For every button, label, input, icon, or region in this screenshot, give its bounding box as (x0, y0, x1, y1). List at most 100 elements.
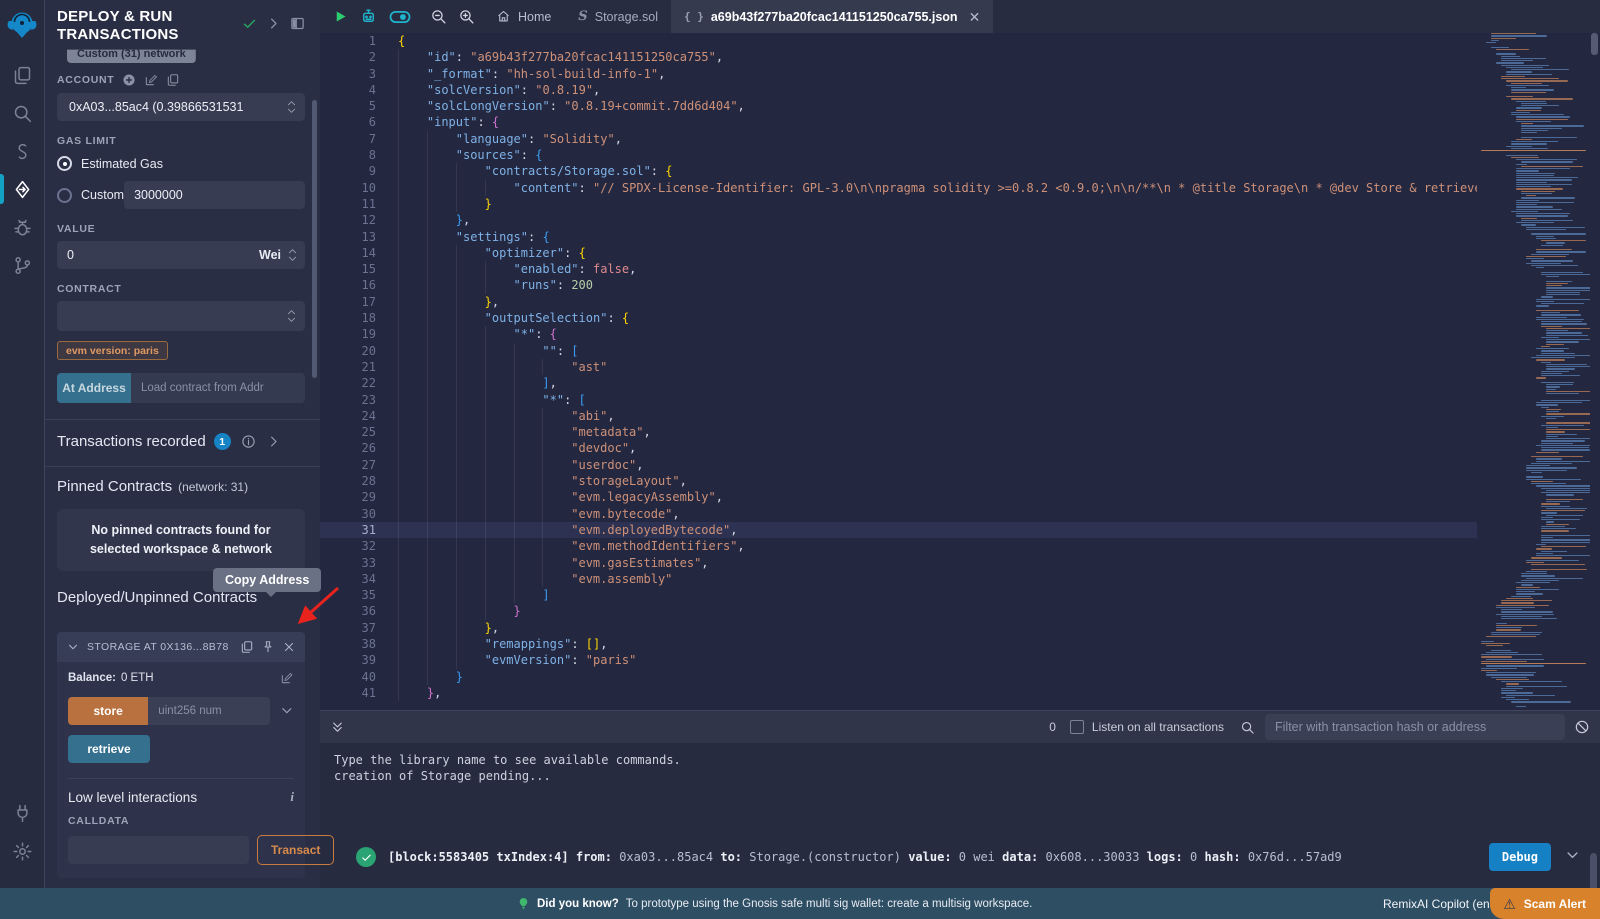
scam-alert-button[interactable]: ⚠ Scam Alert (1490, 888, 1600, 919)
filter-input[interactable] (1265, 714, 1565, 740)
code-line[interactable]: 2"id": "a69b43f277ba20fcac141151250ca755… (320, 49, 1477, 65)
expand-args-icon[interactable] (280, 704, 294, 718)
tab-json-file[interactable]: { } a69b43f277ba20fcac141151250ca755.jso… (671, 0, 993, 33)
code-line[interactable]: 7"language": "Solidity", (320, 131, 1477, 147)
value-input[interactable] (57, 241, 259, 269)
code-line[interactable]: 22], (320, 375, 1477, 391)
store-arg-input[interactable] (148, 697, 270, 725)
expand-tx-icon[interactable] (1565, 848, 1580, 866)
pin-panel-icon[interactable] (290, 16, 305, 31)
close-tab-icon[interactable]: ✕ (969, 10, 981, 24)
info-icon[interactable] (241, 434, 256, 449)
code-line[interactable]: 38"remappings": [], (320, 636, 1477, 652)
code-line[interactable]: 6"input": { (320, 114, 1477, 130)
chevron-right-icon[interactable] (266, 434, 281, 449)
search-icon[interactable] (0, 94, 45, 132)
zoom-in-icon[interactable] (458, 8, 475, 25)
add-account-icon[interactable] (122, 73, 136, 87)
code-line[interactable]: 23"*": [ (320, 392, 1477, 408)
copy-address-icon[interactable] (240, 640, 254, 654)
panel-scrollbar[interactable] (312, 100, 317, 378)
terminal-output[interactable]: Type the library name to see available c… (320, 743, 1600, 784)
editor-scrollbar[interactable] (1590, 33, 1598, 710)
code-line[interactable]: 24"abi", (320, 408, 1477, 424)
listen-checkbox[interactable] (1070, 720, 1084, 734)
code-line[interactable]: 8"sources": { (320, 147, 1477, 163)
solidity-compiler-icon[interactable] (0, 132, 45, 170)
code-line[interactable]: 20"": [ (320, 343, 1477, 359)
code-line[interactable]: 18"outputSelection": { (320, 310, 1477, 326)
code-line[interactable]: 5"solcLongVersion": "0.8.19+commit.7dd6d… (320, 98, 1477, 114)
retrieve-button[interactable]: retrieve (68, 735, 150, 763)
code-line[interactable]: 12}, (320, 212, 1477, 228)
code-line[interactable]: 28"storageLayout", (320, 473, 1477, 489)
code-line[interactable]: 25"metadata", (320, 424, 1477, 440)
code-line[interactable]: 41}, (320, 685, 1477, 701)
code-line[interactable]: 4"solcVersion": "0.8.19", (320, 82, 1477, 98)
contract-select[interactable] (57, 301, 305, 331)
edit-balance-icon[interactable] (280, 671, 294, 685)
code-line[interactable]: 31"evm.deployedBytecode", (320, 522, 1477, 538)
pin-contract-icon[interactable] (261, 640, 275, 654)
chevron-down-icon[interactable] (66, 640, 80, 654)
estimated-gas-radio[interactable] (57, 156, 72, 171)
code-line[interactable]: 14"optimizer": { (320, 245, 1477, 261)
estimated-gas-option[interactable]: Estimated Gas (57, 156, 305, 171)
debug-button[interactable]: Debug (1489, 843, 1551, 871)
code-line[interactable]: 33"evm.gasEstimates", (320, 555, 1477, 571)
code-line[interactable]: 37}, (320, 620, 1477, 636)
settings-icon[interactable] (0, 832, 45, 870)
code-line[interactable]: 1{ (320, 33, 1477, 49)
custom-gas-radio[interactable] (57, 188, 72, 203)
code-line[interactable]: 29"evm.legacyAssembly", (320, 489, 1477, 505)
code-line[interactable]: 34"evm.assembly" (320, 571, 1477, 587)
code-line[interactable]: 39"evmVersion": "paris" (320, 652, 1477, 668)
custom-gas-input[interactable] (124, 181, 305, 209)
ai-assistant-icon[interactable] (359, 7, 378, 26)
copilot-toggle-icon[interactable] (389, 9, 411, 25)
code-line[interactable]: 3"_format": "hh-sol-build-info-1", (320, 66, 1477, 82)
remix-logo-icon[interactable] (5, 8, 39, 42)
at-address-button[interactable]: At Address (57, 373, 131, 403)
store-button[interactable]: store (68, 697, 148, 725)
clear-filter-icon[interactable] (1574, 719, 1590, 735)
code-line[interactable]: 10"content": "// SPDX-License-Identifier… (320, 180, 1477, 196)
run-script-icon[interactable] (333, 9, 348, 24)
remove-contract-icon[interactable] (282, 640, 296, 654)
code-area[interactable]: 1{2"id": "a69b43f277ba20fcac141151250ca7… (320, 33, 1477, 710)
file-explorer-icon[interactable] (0, 56, 45, 94)
zoom-out-icon[interactable] (430, 8, 447, 25)
code-line[interactable]: 11} (320, 196, 1477, 212)
git-icon[interactable] (0, 246, 45, 284)
collapse-panel-icon[interactable] (266, 16, 281, 31)
code-line[interactable]: 30"evm.bytecode", (320, 506, 1477, 522)
transact-button[interactable]: Transact (257, 835, 334, 865)
debugger-icon[interactable] (0, 208, 45, 246)
code-line[interactable]: 32"evm.methodIdentifiers", (320, 538, 1477, 554)
code-line[interactable]: 21"ast" (320, 359, 1477, 375)
edit-account-icon[interactable] (144, 73, 158, 87)
code-line[interactable]: 16"runs": 200 (320, 277, 1477, 293)
code-line[interactable]: 15"enabled": false, (320, 261, 1477, 277)
tab-storage-sol[interactable]: S Storage.sol (565, 0, 671, 33)
code-line[interactable]: 40} (320, 669, 1477, 685)
code-line[interactable]: 35] (320, 587, 1477, 603)
code-line[interactable]: 13"settings": { (320, 229, 1477, 245)
transaction-log-row[interactable]: [block:5583405 txIndex:4] from: 0xa03...… (356, 843, 1580, 871)
plugin-manager-icon[interactable] (0, 794, 45, 832)
deploy-run-icon[interactable] (0, 170, 45, 208)
code-line[interactable]: 9"contracts/Storage.sol": { (320, 163, 1477, 179)
code-line[interactable]: 36} (320, 603, 1477, 619)
collapse-terminal-icon[interactable] (330, 720, 345, 735)
home-tab[interactable]: Home (496, 9, 551, 24)
minimap[interactable] (1477, 33, 1590, 710)
calldata-input[interactable] (68, 836, 249, 864)
account-select[interactable]: 0xA03...85ac4 (0.39866531531 (57, 93, 305, 121)
code-line[interactable]: 26"devdoc", (320, 440, 1477, 456)
copy-account-icon[interactable] (166, 73, 180, 87)
code-line[interactable]: 17}, (320, 294, 1477, 310)
code-line[interactable]: 27"userdoc", (320, 457, 1477, 473)
at-address-input[interactable] (131, 373, 305, 403)
value-unit-select[interactable]: Wei (259, 248, 287, 262)
code-line[interactable]: 19"*": { (320, 326, 1477, 342)
